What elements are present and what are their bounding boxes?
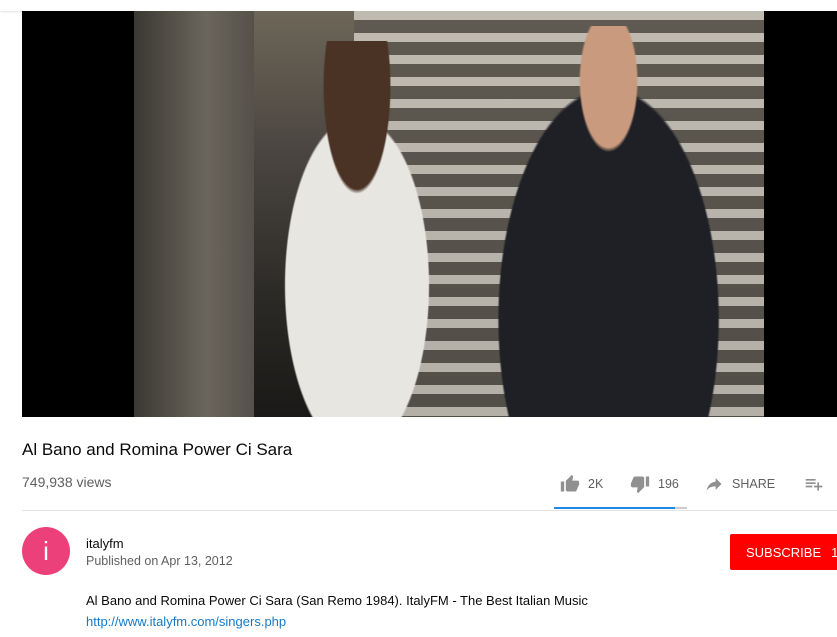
like-count: 2K <box>588 477 604 491</box>
video-frame <box>134 11 764 417</box>
dislike-button[interactable]: 196 <box>630 474 704 494</box>
add-to-playlist-button[interactable] <box>804 474 828 494</box>
video-singer-man <box>479 26 749 417</box>
thumbs-up-icon <box>560 474 580 492</box>
subscribe-label: SUBSCRIBE <box>746 544 822 560</box>
view-count: 749,938 views <box>22 474 112 490</box>
video-background-wall <box>134 11 254 417</box>
video-singer-woman <box>252 41 462 417</box>
channel-avatar[interactable]: i <box>22 527 70 575</box>
share-arrow-icon <box>706 478 722 491</box>
subscriber-count: 1 <box>831 544 837 560</box>
thumbs-down-icon <box>630 476 650 494</box>
description-link[interactable]: http://www.italyfm.com/singers.php <box>86 614 286 629</box>
channel-name[interactable]: italyfm <box>86 536 124 551</box>
video-player[interactable] <box>22 11 837 417</box>
section-divider <box>22 510 837 511</box>
subscribe-button[interactable]: SUBSCRIBE 1 <box>730 534 837 570</box>
playlist-add-icon <box>805 479 823 491</box>
sentiment-bar-fill <box>554 507 676 509</box>
video-actions: 2K 196 SHARE <box>560 472 828 496</box>
description-text: Al Bano and Romina Power Ci Sara (San Re… <box>86 593 588 608</box>
share-label: SHARE <box>732 477 776 491</box>
sentiment-bar <box>554 507 687 509</box>
video-title: Al Bano and Romina Power Ci Sara <box>22 440 293 459</box>
avatar-letter: i <box>43 535 49 566</box>
share-button[interactable]: SHARE <box>704 474 804 494</box>
dislike-count: 196 <box>658 477 679 491</box>
top-app-bar <box>0 0 837 11</box>
publish-date: Published on Apr 13, 2012 <box>86 554 233 568</box>
like-button[interactable]: 2K <box>560 474 630 494</box>
